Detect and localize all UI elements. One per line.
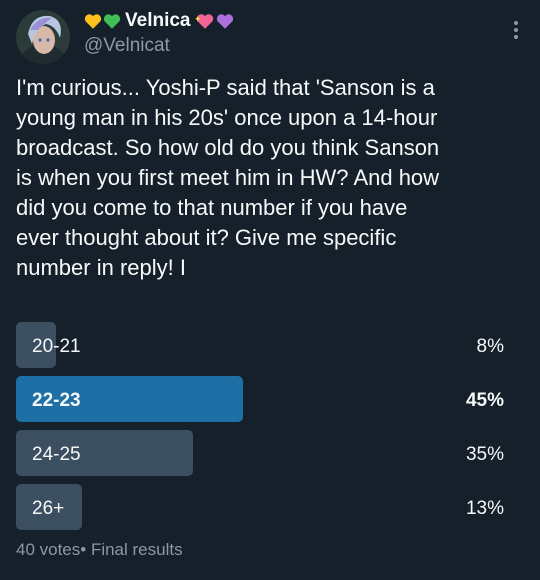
more-dot	[514, 35, 518, 39]
poll-option: 20-21 8%	[16, 322, 508, 368]
poll-option: 24-25 35%	[16, 430, 508, 476]
avatar[interactable]	[16, 10, 70, 64]
poll-option: 26+ 13%	[16, 484, 508, 530]
poll-option: 22-23 45%	[16, 376, 508, 422]
poll-option-percent: 35%	[465, 444, 504, 465]
poll-option-label: 20-21	[32, 336, 81, 357]
green-heart-icon	[103, 13, 121, 29]
poll-option-percent: 45%	[465, 390, 504, 411]
author-handle[interactable]: @Velnicat	[84, 35, 170, 57]
more-dot	[514, 28, 518, 32]
heart-emojis-left	[84, 13, 121, 30]
author-display-name[interactable]: Velnica	[125, 10, 191, 32]
author-name-row[interactable]: Velnica	[84, 9, 234, 33]
more-dot	[514, 21, 518, 25]
poll-option-percent: 8%	[476, 336, 504, 357]
more-options-icon[interactable]	[514, 21, 518, 39]
avatar-image	[16, 10, 70, 64]
sparkling-heart-icon	[194, 13, 213, 29]
purple-heart-icon	[216, 13, 233, 29]
poll-option-label: 26+	[32, 498, 65, 519]
tweet-text: I'm curious... Yoshi-P said that 'Sanson…	[16, 75, 440, 280]
poll-footer: 40 votes• Final results	[16, 540, 183, 559]
poll-option-label: 24-25	[32, 444, 81, 465]
poll-option-label: 22-23	[32, 390, 81, 411]
poll-option-percent: 13%	[465, 498, 504, 519]
poll: 20-21 8% 22-23 45% 24-25 35% 26+ 13%	[16, 322, 508, 538]
yellow-heart-icon	[84, 13, 102, 29]
heart-emojis-right	[194, 13, 234, 30]
